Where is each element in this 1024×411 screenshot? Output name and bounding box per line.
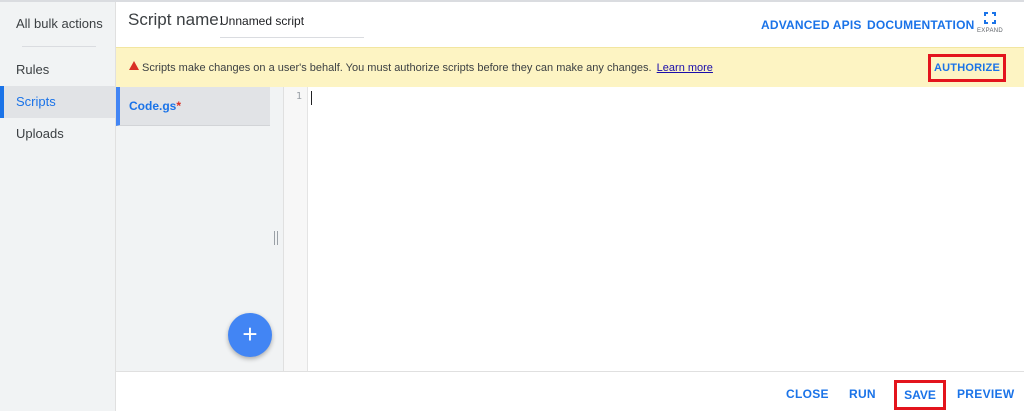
editor-header: Script name: Unnamed script ADVANCED API… <box>116 4 1024 47</box>
authorization-warning-banner: Scripts make changes on a user's behalf.… <box>116 47 1024 87</box>
code-editor[interactable] <box>309 87 1024 371</box>
app-frame: All bulk actions Rules Scripts Uploads S… <box>0 0 1024 411</box>
expand-label: EXPAND <box>976 28 1004 34</box>
plus-icon: + <box>242 319 258 349</box>
sidebar-divider <box>22 46 96 47</box>
sidebar-header[interactable]: All bulk actions <box>16 16 103 31</box>
preview-button[interactable]: PREVIEW <box>957 387 1014 401</box>
add-file-button[interactable]: + <box>228 313 272 357</box>
warning-icon <box>129 61 139 70</box>
learn-more-link[interactable]: Learn more <box>657 62 713 74</box>
close-button[interactable]: CLOSE <box>786 387 829 401</box>
unsaved-mark: * <box>176 99 182 113</box>
line-number-gutter: 1 <box>284 87 308 371</box>
file-tab-code-gs[interactable]: Code.gs* <box>116 87 270 126</box>
advanced-apis-button[interactable]: ADVANCED APIS <box>761 18 862 32</box>
line-number: 1 <box>295 91 302 102</box>
save-button[interactable]: SAVE <box>894 380 946 410</box>
documentation-button[interactable]: DOCUMENTATION <box>867 18 974 32</box>
sidebar-item-rules[interactable]: Rules <box>0 54 115 86</box>
script-name-label: Script name: <box>128 10 224 29</box>
script-name-input[interactable]: Unnamed script <box>220 14 364 38</box>
text-cursor <box>311 91 312 105</box>
authorize-button[interactable]: AUTHORIZE <box>928 54 1006 82</box>
sidebar: All bulk actions Rules Scripts Uploads <box>0 2 116 411</box>
warning-text: Scripts make changes on a user's behalf.… <box>142 62 713 74</box>
file-panel: Code.gs* + <box>116 87 284 371</box>
sidebar-item-scripts[interactable]: Scripts <box>0 86 115 118</box>
panel-resize-handle[interactable] <box>273 231 279 245</box>
run-button[interactable]: RUN <box>849 387 876 401</box>
file-name: Code.gs <box>129 99 177 113</box>
editor-footer: CLOSE RUN SAVE PREVIEW <box>116 371 1024 411</box>
warning-message: Scripts make changes on a user's behalf.… <box>142 62 652 74</box>
expand-button[interactable]: EXPAND <box>976 12 1004 34</box>
sidebar-item-uploads[interactable]: Uploads <box>0 118 115 150</box>
fullscreen-icon <box>984 12 996 24</box>
